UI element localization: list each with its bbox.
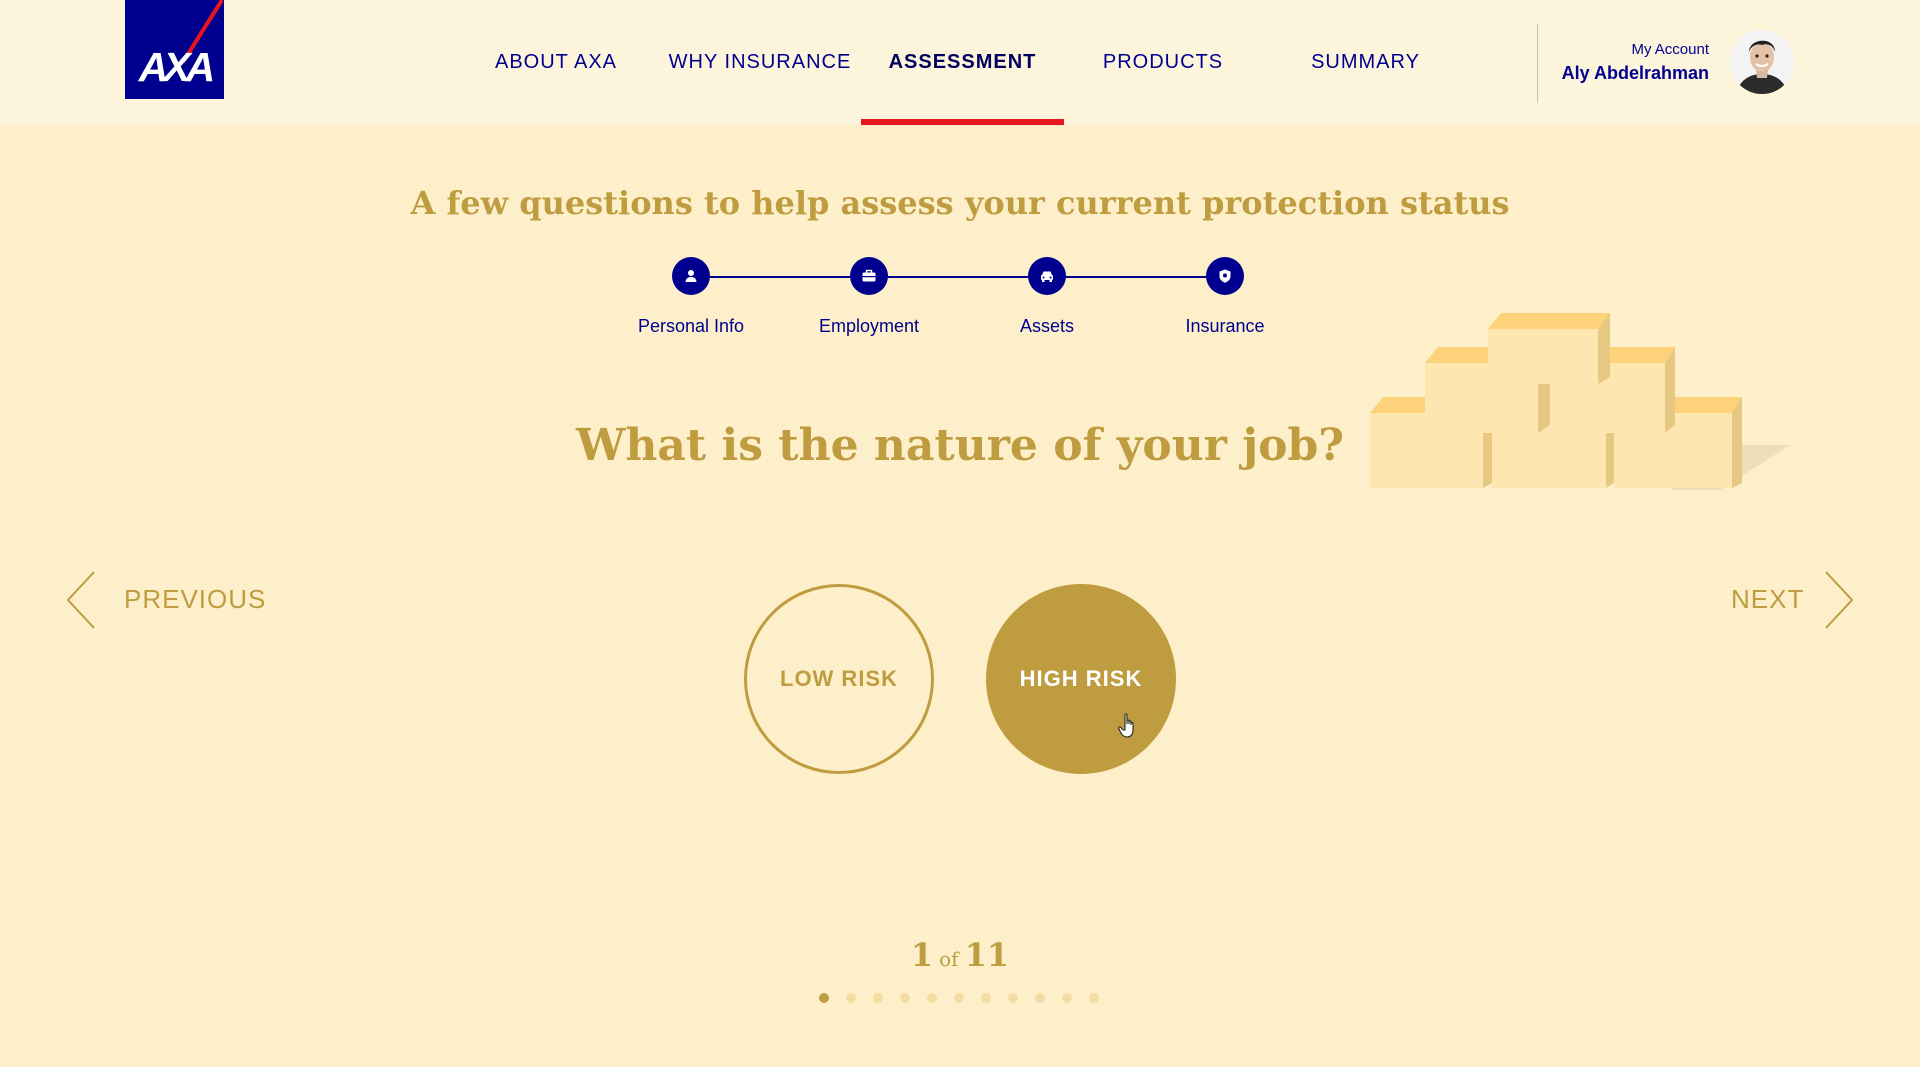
nav-products[interactable]: PRODUCTS	[1083, 0, 1243, 125]
pagination-dot[interactable]	[1008, 993, 1018, 1003]
question-counter: 1 of 11	[0, 936, 1920, 974]
counter-current: 1	[910, 936, 934, 974]
person-icon	[685, 270, 697, 282]
axa-logo[interactable]: AXA	[125, 0, 224, 99]
next-button[interactable]: NEXT	[1731, 584, 1804, 615]
step-label-employment: Employment	[818, 316, 920, 336]
step-employment[interactable]	[850, 257, 888, 295]
stepper-line	[691, 276, 1225, 278]
next-arrow-icon[interactable]	[1824, 571, 1854, 629]
counter-total: 11	[964, 936, 1010, 974]
step-label-assets: Assets	[1019, 316, 1075, 336]
pagination-dot[interactable]	[819, 993, 829, 1003]
shield-icon	[1219, 269, 1231, 283]
nav-summary[interactable]: SUMMARY	[1283, 0, 1448, 125]
logo-text: AXA	[138, 44, 216, 90]
user-photo-icon	[1730, 30, 1794, 94]
pagination-dot[interactable]	[873, 993, 883, 1003]
account-user-name[interactable]: Aly Abdelrahman	[1562, 63, 1709, 84]
step-insurance[interactable]	[1206, 257, 1244, 295]
step-personal-info[interactable]	[672, 257, 710, 295]
pagination-dot[interactable]	[846, 993, 856, 1003]
pagination-dot[interactable]	[981, 993, 991, 1003]
car-icon	[1041, 271, 1053, 282]
briefcase-icon	[862, 269, 876, 282]
high-risk-option[interactable]: HIGH RISK	[986, 584, 1176, 774]
pagination-dot[interactable]	[954, 993, 964, 1003]
hand-cursor-icon	[1118, 713, 1134, 738]
counter-of: of	[939, 947, 959, 971]
question-heading: What is the nature of your job?	[575, 420, 1345, 471]
assessment-subtitle: A few questions to help assess your curr…	[410, 184, 1510, 222]
nav-why-insurance[interactable]: WHY INSURANCE	[660, 0, 860, 125]
active-nav-underline	[861, 119, 1064, 125]
pagination-dot[interactable]	[1062, 993, 1072, 1003]
low-risk-option[interactable]: LOW RISK	[744, 584, 934, 774]
my-account-link[interactable]: My Account	[1631, 41, 1709, 58]
pagination-dot[interactable]	[1089, 993, 1099, 1003]
nav-about-axa[interactable]: ABOUT AXA	[478, 0, 634, 125]
pagination-dot[interactable]	[927, 993, 937, 1003]
top-header: AXA ABOUT AXA WHY INSURANCE ASSESSMENT P…	[0, 0, 1920, 125]
header-divider	[1537, 24, 1538, 103]
step-label-personal-info: Personal Info	[637, 316, 745, 336]
step-assets[interactable]	[1028, 257, 1066, 295]
previous-button[interactable]: PREVIOUS	[124, 584, 266, 615]
pagination-dots	[819, 993, 1116, 1003]
previous-arrow-icon[interactable]	[66, 571, 96, 629]
step-label-insurance: Insurance	[1185, 316, 1265, 336]
avatar[interactable]	[1730, 30, 1794, 94]
pagination-dot[interactable]	[1035, 993, 1045, 1003]
pagination-dot[interactable]	[900, 993, 910, 1003]
nav-assessment[interactable]: ASSESSMENT	[861, 0, 1064, 125]
